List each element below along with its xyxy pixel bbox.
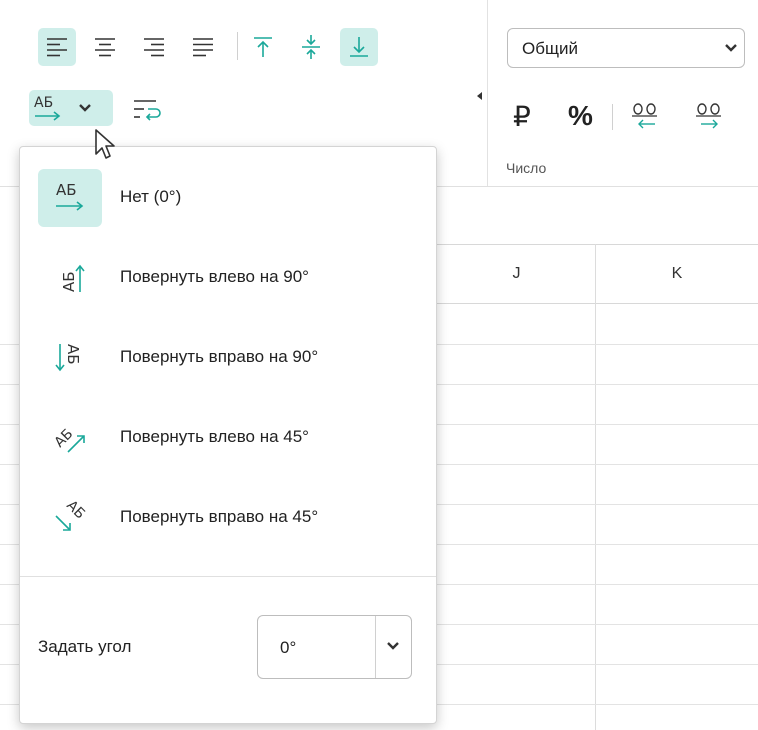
align-left-button[interactable]	[38, 28, 76, 66]
menu-item-label: Повернуть вправо на 45°	[120, 507, 319, 526]
toolbar-divider	[612, 104, 613, 130]
increase-decimal-button[interactable]	[690, 96, 730, 134]
chevron-down-icon	[79, 104, 91, 112]
rotate-left-45-icon: АБ	[52, 426, 85, 453]
decrease-decimal-button[interactable]	[626, 96, 666, 134]
align-top-icon	[254, 37, 272, 57]
column-header-label: J	[512, 265, 521, 282]
menu-divider	[20, 576, 436, 577]
align-top-button[interactable]	[244, 28, 282, 66]
text-orientation-button[interactable]: АБ	[29, 90, 113, 126]
menu-item-label: Повернуть влево на 45°	[120, 427, 309, 446]
icon-letters: АБ	[56, 181, 77, 199]
toolbar-divider	[237, 32, 238, 60]
text-orientation-icon: АБ	[34, 95, 61, 121]
text-horizontal-icon: АБ	[56, 181, 84, 211]
angle-label: Задать угол	[38, 637, 132, 656]
rotate-right-45-icon: АБ	[55, 498, 88, 531]
align-right-button[interactable]	[135, 28, 173, 66]
align-middle-icon	[302, 35, 320, 59]
icon-letters: АБ	[64, 344, 82, 365]
currency-format-button[interactable]: ₽	[513, 100, 531, 133]
menu-item-label: Нет (0°)	[120, 187, 182, 206]
align-middle-button[interactable]	[292, 28, 330, 66]
column-header-label: K	[671, 265, 683, 282]
align-justify-button[interactable]	[184, 28, 222, 66]
text-orientation-menu: АБ Нет (0°) АБ Повернуть влево на 90° АБ…	[19, 146, 437, 724]
align-left-icon	[47, 38, 67, 57]
rotate-right-90-icon: АБ	[55, 344, 82, 372]
menu-item-rotate-right-90[interactable]: АБ Повернуть вправо на 90°	[20, 323, 436, 393]
number-group-label: Число	[506, 160, 547, 176]
menu-item-label: Повернуть влево на 90°	[120, 267, 309, 286]
text-orientation-letters: АБ	[34, 95, 53, 111]
menu-item-label: Повернуть вправо на 90°	[120, 347, 319, 366]
angle-value: 0°	[280, 638, 297, 657]
align-center-button[interactable]	[86, 28, 124, 66]
decrease-decimal-icon	[632, 103, 657, 129]
angle-input-divider	[375, 616, 376, 678]
align-bottom-button[interactable]	[340, 28, 378, 66]
chevron-down-icon[interactable]	[386, 641, 400, 651]
mouse-cursor-icon	[95, 129, 115, 159]
rotate-left-90-icon: АБ	[60, 264, 85, 292]
increase-decimal-icon	[696, 103, 721, 129]
chevron-down-icon	[725, 44, 737, 52]
column-header-k[interactable]: K	[596, 244, 758, 304]
icon-letters: АБ	[60, 271, 78, 292]
menu-item-none[interactable]: АБ Нет (0°)	[20, 163, 436, 233]
collapse-arrow-icon[interactable]	[477, 92, 482, 100]
align-bottom-icon	[350, 37, 368, 57]
column-header-j[interactable]: J	[437, 244, 596, 304]
align-center-icon	[95, 38, 115, 57]
align-justify-icon	[193, 38, 213, 57]
wrap-text-icon	[134, 100, 161, 121]
wrap-text-button[interactable]	[128, 90, 166, 128]
number-format-select[interactable]: Общий	[507, 28, 745, 68]
menu-item-rotate-left-90[interactable]: АБ Повернуть влево на 90°	[20, 243, 436, 313]
icon-letters: АБ	[63, 498, 88, 522]
angle-input[interactable]: 0°	[257, 615, 412, 679]
percent-format-button[interactable]: %	[568, 100, 593, 132]
menu-item-rotate-right-45[interactable]: АБ Повернуть вправо на 45°	[20, 483, 436, 553]
toolbar-group-divider	[487, 0, 488, 186]
align-right-icon	[144, 38, 164, 57]
number-format-value: Общий	[522, 39, 578, 58]
menu-item-rotate-left-45[interactable]: АБ Повернуть влево на 45°	[20, 403, 436, 473]
column-divider	[595, 244, 596, 730]
